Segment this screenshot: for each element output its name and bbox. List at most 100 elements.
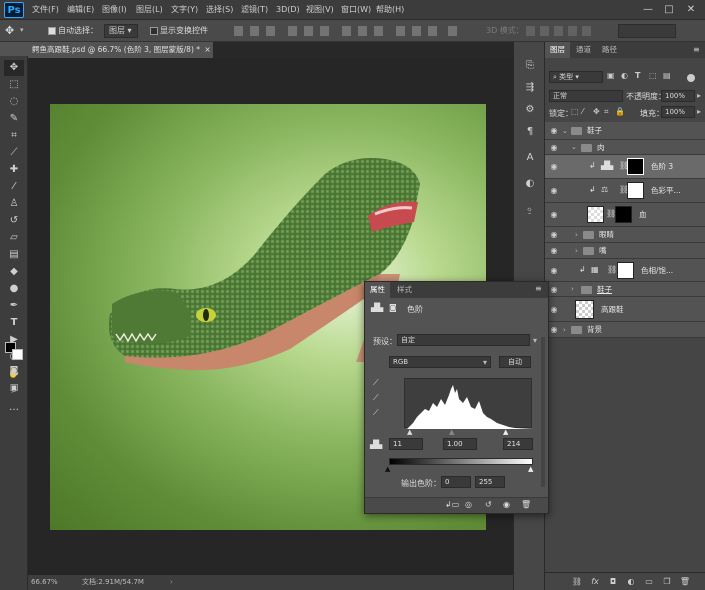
layer-row[interactable]: ◉ ↲ ▟▙ ⛓ 色阶 3 [545,155,705,179]
distribute-hcenter-icon[interactable] [412,26,421,36]
menu-help[interactable]: 帮助(H) [376,0,404,20]
distribute-left-icon[interactable] [396,26,405,36]
layer-row[interactable]: ◉ ↲ ⚖ ⛓ 色彩平... [545,179,705,203]
healing-brush-tool-icon[interactable]: ✚ [4,162,24,178]
align-bottom-icon[interactable] [266,26,275,36]
channel-chevron-icon[interactable]: ▾ [483,358,487,367]
fill-chevron-icon[interactable]: ▸ [697,107,701,116]
layer-mask-thumbnail[interactable] [615,206,632,223]
eye-icon[interactable]: ◉ [549,243,559,259]
layer-thumbnail[interactable] [575,300,594,319]
layer-kind-filter[interactable]: ⌕ 类型 ▾ [549,71,603,83]
auto-align-icon[interactable] [448,26,457,36]
lock-paint-icon[interactable]: ⁄ [582,107,583,116]
new-group-icon[interactable]: ▭ [643,576,655,588]
align-left-icon[interactable] [288,26,297,36]
filter-adjustment-icon[interactable]: ◐ [621,71,628,80]
filter-smart-icon[interactable]: ▤ [663,71,671,80]
maximize-button[interactable]: □ [662,2,676,18]
menu-layer[interactable]: 图层(L) [136,0,163,20]
quick-mask-icon[interactable]: ◙ [4,363,24,379]
3d-rotate-icon[interactable] [526,26,535,36]
white-eyedropper-icon[interactable]: ⟋ [373,408,379,418]
lock-artboard-icon[interactable]: ⌗ [604,107,609,117]
move-tool-icon[interactable]: ✥ [4,60,24,76]
zoom-level[interactable]: 66.67% [31,575,58,590]
add-mask-icon[interactable]: ◘ [607,576,619,588]
status-menu-icon[interactable]: › [170,575,173,590]
menu-select[interactable]: 选择(S) [206,0,233,20]
document-tab[interactable]: 鳄鱼高跟鞋.psd @ 66.7% (色阶 3, 图层蒙版/8) * × [28,42,213,58]
opacity-chevron-icon[interactable]: ▸ [697,91,701,100]
preset-select[interactable]: 自定 [397,334,530,346]
chevron-right-icon[interactable]: › [563,322,566,338]
workspace-switcher[interactable] [618,24,676,38]
eye-icon[interactable]: ◉ [549,322,559,338]
tab-channels[interactable]: 通道 [571,42,596,58]
lasso-tool-icon[interactable]: ◌ [4,94,24,110]
character-panel-icon[interactable]: A [522,150,538,166]
new-layer-icon[interactable]: ❐ [661,576,673,588]
layer-row[interactable]: ◉ › 背景 [545,322,705,338]
input-white-slider[interactable]: ▲ [503,428,508,436]
layers-menu-icon[interactable]: ≡ [693,45,700,54]
eye-icon[interactable]: ◉ [549,140,559,155]
eyedropper-tool-icon[interactable]: ⟋ [4,145,24,161]
filter-toggle-icon[interactable] [687,74,695,82]
tab-paths[interactable]: 路径 [597,42,622,58]
history-panel-icon[interactable]: ⎘ [522,58,538,74]
output-white-slider[interactable]: ▲ [528,465,533,473]
visibility-icon[interactable]: ◉ [503,500,510,509]
tool-preset-chevron-icon[interactable]: ▾ [20,26,24,34]
brush-panel-icon[interactable]: ⍚ [522,202,538,218]
fill-input[interactable]: 100% [661,106,695,118]
more-tools-icon[interactable]: … [4,400,24,416]
3d-roll-icon[interactable] [540,26,549,36]
menu-file[interactable]: 文件(F) [32,0,59,20]
actions-panel-icon[interactable]: ⇶ [522,80,538,96]
tab-layers[interactable]: 图层 [545,42,570,58]
menu-window[interactable]: 窗口(W) [341,0,371,20]
paragraph-panel-icon[interactable]: ¶ [522,124,538,140]
trash-icon[interactable]: 🗑 [679,576,691,588]
gradient-tool-icon[interactable]: ▤ [4,247,24,263]
link-icon[interactable]: ⛓ [607,265,617,274]
layer-thumbnail[interactable] [587,206,604,223]
eye-icon[interactable]: ◉ [549,282,559,297]
link-layers-icon[interactable]: ⛓ [571,576,583,588]
chevron-right-icon[interactable]: › [575,243,578,259]
filter-pixel-icon[interactable]: ▣ [607,71,615,80]
layer-mask-thumbnail[interactable] [627,158,644,175]
close-button[interactable]: ✕ [684,2,698,18]
properties-scrollbar[interactable] [541,337,545,487]
3d-scale-icon[interactable] [582,26,591,36]
input-black-field[interactable]: 11 [389,438,423,450]
layer-row[interactable]: ◉ › 鞋子 [545,282,705,297]
type-tool-icon[interactable]: T [4,315,24,331]
layer-row[interactable]: ◉ 高跟鞋 [545,297,705,322]
distribute-bottom-icon[interactable] [374,26,383,36]
eye-icon[interactable]: ◉ [549,179,559,203]
eye-icon[interactable]: ◉ [549,122,559,140]
show-transform-checkbox[interactable] [150,27,158,35]
layer-row[interactable]: ◉ › 嘴 [545,243,705,259]
input-gamma-slider[interactable]: ▲ [449,428,454,436]
lock-all-icon[interactable]: 🔒 [615,107,625,116]
new-adjustment-icon[interactable]: ◐ [625,576,637,588]
eye-icon[interactable]: ◉ [549,259,559,282]
black-eyedropper-icon[interactable]: ⟋ [373,378,379,388]
blend-mode-select[interactable]: 正常 [549,90,623,102]
blur-tool-icon[interactable]: ◆ [4,264,24,280]
input-white-field[interactable]: 214 [503,438,533,450]
distribute-vcenter-icon[interactable] [358,26,367,36]
eye-icon[interactable]: ◉ [549,203,559,227]
layer-row[interactable]: ◉ ↲ ▦ ⛓ 色相/饱... [545,259,705,282]
menu-view[interactable]: 视图(V) [306,0,334,20]
move-tool-icon[interactable]: ✥ [5,24,14,37]
opacity-input[interactable]: 100% [661,90,695,102]
align-hcenter-icon[interactable] [304,26,313,36]
pen-tool-icon[interactable]: ✒ [4,298,24,314]
screen-mode-icon[interactable]: ▣ [4,380,24,396]
align-vcenter-icon[interactable] [250,26,259,36]
filter-shape-icon[interactable]: ⬚ [649,71,657,80]
